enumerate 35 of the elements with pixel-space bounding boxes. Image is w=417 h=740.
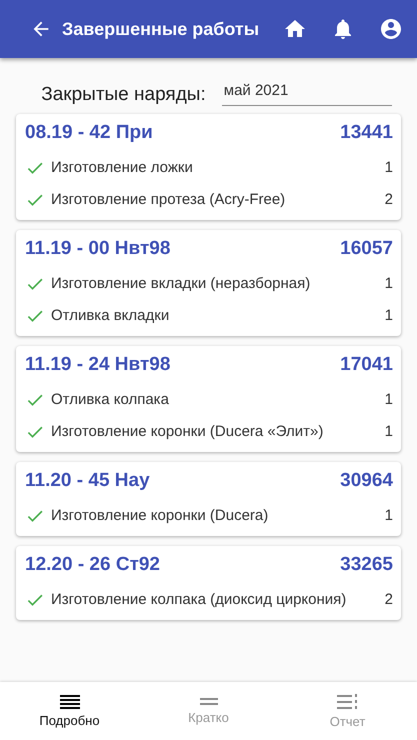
work-quantity: 2 bbox=[384, 190, 393, 210]
work-quantity: 1 bbox=[384, 306, 393, 326]
order-card[interactable]: 11.19 - 24 Нвт98 17041 Отливка колпака 1 Изготовление коронки (Ducera «Элит») 1 bbox=[16, 346, 401, 452]
work-quantity: 1 bbox=[384, 422, 393, 442]
work-quantity: 1 bbox=[384, 158, 393, 178]
nav-tab[interactable]: Подробно bbox=[0, 682, 139, 740]
order-card[interactable]: 12.20 - 26 Ст92 33265 Изготовление колпака (диоксид циркония) 2 bbox=[16, 546, 401, 620]
work-name: Изготовление ложки bbox=[51, 158, 194, 178]
order-title: 12.20 - 26 Ст92 bbox=[25, 554, 160, 576]
work-name: Изготовление вкладки (неразборная) bbox=[51, 274, 312, 294]
app-bar-title: Завершенные работы bbox=[62, 18, 260, 40]
order-number: 17041 bbox=[340, 354, 393, 376]
work-name: Отливка колпака bbox=[51, 390, 170, 410]
order-title: 11.20 - 45 Нау bbox=[25, 470, 150, 492]
order-title: 11.19 - 24 Нвт98 bbox=[25, 354, 170, 376]
work-quantity: 1 bbox=[384, 390, 393, 410]
order-number: 30964 bbox=[340, 470, 393, 492]
order-number: 16057 bbox=[340, 238, 393, 260]
work-name: Отливка вкладки bbox=[51, 306, 170, 326]
order-number: 33265 bbox=[340, 554, 393, 576]
month-field[interactable]: май 2021 bbox=[222, 78, 392, 106]
work-quantity: 1 bbox=[384, 274, 393, 294]
order-card[interactable]: 11.20 - 45 Нау 30964 Изготовление коронки (Ducera) 1 bbox=[16, 462, 401, 536]
order-number: 13441 bbox=[340, 122, 393, 144]
work-quantity: 1 bbox=[384, 506, 393, 526]
work-name: Изготовление коронки (Ducera «Элит») bbox=[51, 422, 324, 442]
work-quantity: 2 bbox=[384, 590, 393, 610]
order-title: 11.19 - 00 Нвт98 bbox=[25, 238, 170, 260]
order-card[interactable]: 11.19 - 00 Нвт98 16057 Изготовление вкладки (неразборная) 1 Отливка вкладки 1 bbox=[16, 230, 401, 336]
order-card[interactable]: 08.19 - 42 При 13441 Изготовление ложки 1 Изготовление протеза (Acry-Free) 2 bbox=[16, 114, 401, 220]
work-name: Изготовление протеза (Acry-Free) bbox=[51, 190, 286, 210]
work-name: Изготовление колпака (диоксид циркония) bbox=[51, 590, 348, 610]
filter-label: Закрытые наряды: bbox=[41, 84, 206, 106]
work-name: Изготовление коронки (Ducera) bbox=[51, 506, 270, 526]
order-title: 08.19 - 42 При bbox=[25, 122, 153, 144]
